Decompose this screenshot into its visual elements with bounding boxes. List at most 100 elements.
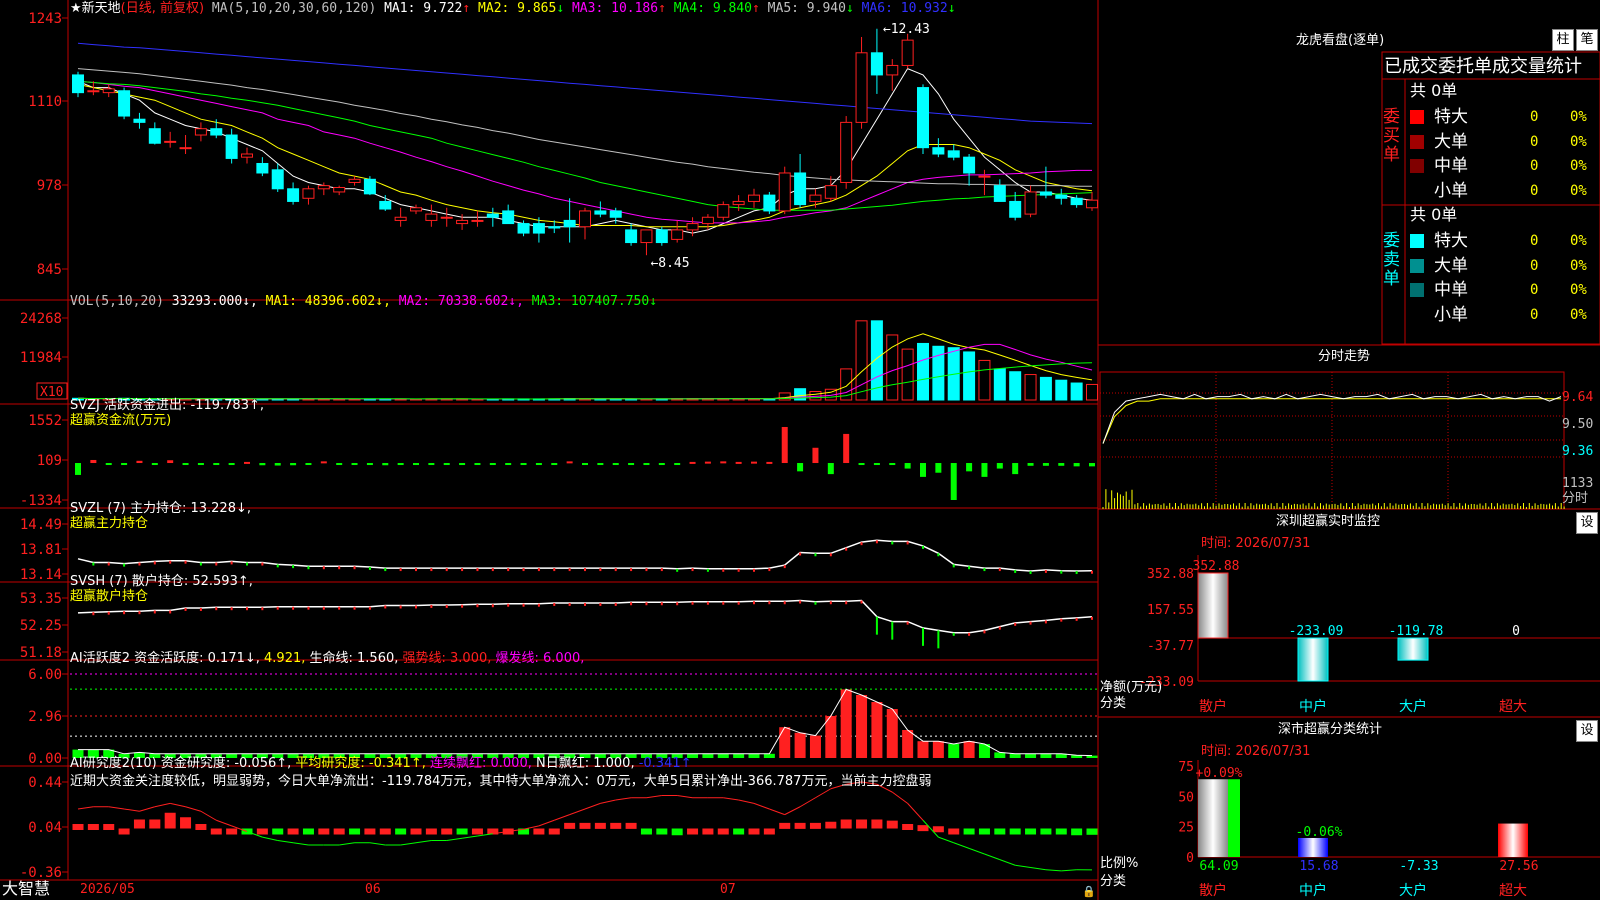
ai-research-bar (594, 822, 606, 829)
sz-bar-label-2: -119.78 (1389, 624, 1444, 639)
ai-research-bar (302, 828, 314, 835)
ai-research-avg-seg (293, 842, 309, 846)
ai-research-avg-seg (277, 840, 294, 844)
ai-research-bar (1025, 828, 1037, 835)
ai-research-bar (610, 822, 622, 829)
ma-line-MA5 (77, 68, 1092, 187)
ai-research-header-item-3: 连续飘红: 0.000, (429, 756, 536, 771)
ai-active-bar (733, 753, 745, 758)
ai-research-bar (456, 828, 468, 835)
candle-body (732, 200, 745, 206)
ai-research-avg-seg (1015, 864, 1031, 868)
ai-active-bar (702, 753, 714, 758)
order-color-swatch (1410, 258, 1424, 273)
candle-body (410, 207, 422, 212)
order-count: 0 (1530, 109, 1539, 125)
ai-research-bar (902, 824, 914, 830)
buy-total: 共 0单 (1410, 81, 1458, 100)
ai-research-header-item-5: -0.341↑ (638, 756, 692, 771)
order-count: 0 (1530, 158, 1539, 174)
stock-name[interactable]: ★新天地 (70, 1, 121, 16)
order-count: 0 (1530, 233, 1539, 249)
sh-time: 时间: 2026/07/31 (1201, 744, 1311, 759)
sz-category-1: 中户 (1299, 698, 1327, 715)
volume-panel[interactable]: 24268 11984 X10 (20, 311, 1098, 401)
svzj-bar (551, 463, 558, 466)
svzj-bar (1073, 463, 1080, 467)
order-pct: 0% (1570, 158, 1587, 174)
svzj-bar (105, 463, 112, 466)
ai-research-avg-seg (815, 788, 832, 799)
period-label[interactable]: (日线, 前复权) (121, 1, 204, 16)
svzj-bar (459, 463, 466, 466)
svzl-line (77, 539, 1093, 572)
svzj-bar (274, 463, 281, 466)
ai-research-avg-seg (769, 808, 785, 816)
svzj-bar (228, 463, 235, 466)
ai-active-bar (948, 744, 960, 758)
ai-active-header-item-5: 爆发线: 6.000, (495, 651, 585, 666)
svzj-bar (612, 463, 619, 466)
candle-body (824, 185, 837, 199)
svzj-bar (720, 461, 727, 464)
sz-bar-label-3: 0 (1512, 624, 1520, 639)
vol-header-item-3: MA2: 70338.602↓, (398, 294, 532, 309)
ai-research-avg-seg (185, 806, 202, 812)
ai-research-avg-seg (216, 819, 232, 827)
ai-research-bar (671, 828, 683, 836)
ai-research-bar (1071, 828, 1083, 836)
pen-mode-button[interactable]: 笔 (1576, 29, 1598, 51)
ai-research-bar (118, 828, 130, 835)
ai-research-avg-seg (139, 806, 155, 812)
ai-active-panel[interactable]: 6.00 2.96 0.00 (28, 667, 1098, 767)
lock-icon[interactable]: 🔒 (1082, 884, 1096, 899)
ai-research-bar (272, 828, 284, 835)
sh-stats-chart[interactable]: 75 50 25 0 +0.09% 64.09 散户 -0.06% 15.68 中户 -7.33 大户… (1178, 760, 1600, 899)
sz-settings-button[interactable]: 设 (1576, 512, 1598, 534)
ai-active-bar (871, 702, 883, 758)
svzj-bar (474, 463, 481, 466)
ai-research-bar (702, 828, 714, 835)
bar-mode-button[interactable]: 柱 (1552, 29, 1574, 51)
ma-arrow-5: ↓ (845, 1, 862, 16)
price-panel[interactable]: 1243 1110 978 845 ←12.43 ←8.45 (28, 11, 1098, 278)
ai-research-avg-seg (907, 803, 924, 821)
ai-active-bar (1040, 753, 1052, 758)
ai-research-bar (349, 828, 361, 835)
order-count: 0 (1530, 306, 1539, 323)
order-color-swatch (1410, 283, 1424, 297)
ma-arrow-4: ↑ (752, 1, 768, 16)
candle-body (102, 88, 115, 94)
brand-label: 大智慧 (2, 879, 51, 898)
svzj-bar (966, 463, 973, 472)
order-row: 大单 0 0% (1410, 255, 1598, 277)
svzj-bar (735, 461, 742, 464)
ai-active-bar (902, 730, 914, 758)
ai-research-header-item-0: AI研究度2(10) (70, 756, 161, 771)
intraday-chart[interactable] (1099, 371, 1565, 510)
ai-research-bar (871, 819, 883, 829)
vol-y-tick-0: 24268 (20, 311, 62, 327)
sh-settings-button[interactable]: 设 (1576, 720, 1598, 742)
candle-body (886, 64, 899, 76)
candle-body (901, 39, 914, 66)
ai-research-bar (87, 824, 99, 830)
sz-monitor-chart[interactable]: 352.88157.55-37.77-233.09352.88散户-233.09… (1139, 555, 1600, 715)
ai-research-avg-seg (600, 799, 616, 804)
ai-research-avg-seg (108, 806, 125, 810)
ai-research-panel[interactable]: 0.440.04-0.36 (20, 775, 1098, 881)
svzj-panel[interactable]: 1552 109 -1334 (20, 413, 1095, 509)
volume-bar (855, 320, 868, 401)
candle-body (425, 213, 438, 221)
svzj-y-tick-0: 1552 (28, 413, 62, 429)
svzj-bar (658, 463, 665, 466)
candle-body (210, 128, 223, 136)
volume-bar (1086, 383, 1098, 401)
svzl-subtitle: 超赢主力持仓 (70, 516, 149, 531)
svzj-bar (904, 463, 911, 469)
candle-body (855, 52, 868, 123)
ai-research-y-tick-1: 0.04 (28, 820, 62, 836)
candle-body (1024, 191, 1037, 215)
svzj-y-tick-2: -1334 (20, 493, 62, 509)
price-y-tick-3: 845 (37, 262, 62, 278)
